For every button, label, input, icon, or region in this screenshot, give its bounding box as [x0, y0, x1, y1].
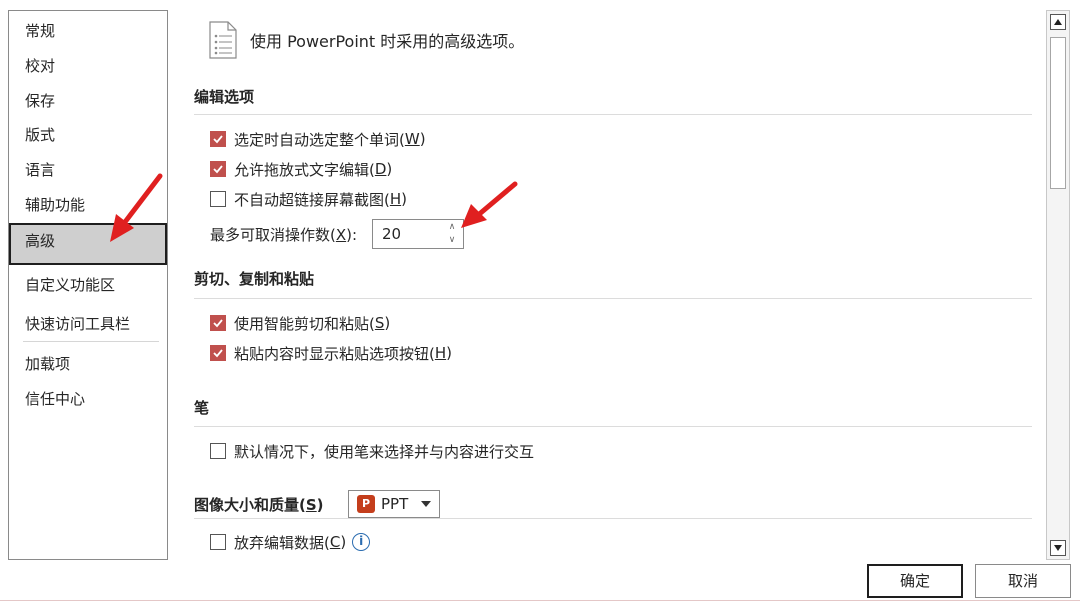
option-no-auto-hyperlink[interactable]: 不自动超链接屏幕截图(H)	[210, 188, 407, 210]
nav-item-accessibility[interactable]: 辅助功能	[9, 187, 167, 223]
option-discard-edit-data[interactable]: 放弃编辑数据(C) i	[210, 531, 371, 553]
checkbox-checked[interactable]	[210, 131, 226, 147]
option-smart-cut-paste[interactable]: 使用智能剪切和粘贴(S)	[210, 312, 390, 334]
section-title-clipboard: 剪切、复制和粘贴	[194, 270, 315, 288]
nav-separator	[23, 341, 159, 342]
section-divider	[194, 114, 1032, 115]
window-bottom-edge	[0, 600, 1080, 609]
section-divider	[194, 298, 1032, 299]
undo-label-post: ):	[346, 226, 358, 244]
access-key: W	[404, 130, 420, 148]
access-key: H	[434, 344, 447, 362]
option-label: 默认情况下，使用笔来选择并与内容进行交互	[234, 442, 535, 461]
section-title-editing: 编辑选项	[194, 88, 255, 106]
section-title-pen: 笔	[194, 399, 210, 417]
undo-count-label: 最多可取消操作数(X):	[210, 224, 357, 246]
access-key: S	[374, 314, 385, 332]
info-icon[interactable]: i	[352, 533, 371, 551]
undo-count-spinner[interactable]: 20 ∧ ∨	[372, 219, 464, 249]
option-show-paste-options[interactable]: 粘贴内容时显示粘贴选项按钮(H)	[210, 342, 452, 364]
spin-down-icon[interactable]: ∨	[445, 234, 459, 247]
advanced-options-panel: 使用 PowerPoint 时采用的高级选项。 编辑选项 选定时自动选定整个单词…	[180, 0, 1040, 560]
ok-button[interactable]: 确定	[867, 564, 963, 598]
access-key: X	[335, 226, 347, 244]
nav-item-advanced[interactable]: 高级	[9, 223, 167, 265]
checkbox-unchecked[interactable]	[210, 443, 226, 459]
nav-item-customize-ribbon[interactable]: 自定义功能区	[9, 267, 167, 303]
scroll-up-button[interactable]	[1050, 14, 1066, 30]
checkbox-checked[interactable]	[210, 315, 226, 331]
vertical-scrollbar[interactable]	[1046, 10, 1070, 560]
image-title-pre: 图像大小和质量(	[194, 496, 306, 514]
section-title-image-quality: 图像大小和质量(S)	[194, 494, 324, 515]
option-label-suffix: )	[384, 314, 391, 332]
document-list-icon	[209, 21, 237, 59]
access-key: S	[305, 496, 317, 514]
nav-item-language[interactable]: 语言	[9, 152, 167, 188]
option-label: 使用智能剪切和粘贴(	[234, 314, 375, 333]
dropdown-selected-value: PPT	[381, 495, 409, 513]
options-nav: 常规 校对 保存 版式 语言 辅助功能 高级 自定义功能区 快速访问工具栏 加载…	[8, 10, 168, 560]
nav-item-save[interactable]: 保存	[9, 83, 167, 119]
undo-label-pre: 最多可取消操作数(	[210, 226, 336, 244]
option-label: 允许拖放式文字编辑(	[234, 160, 375, 179]
option-label-suffix: )	[386, 160, 393, 178]
option-label-suffix: )	[419, 130, 426, 148]
option-drag-drop-text[interactable]: 允许拖放式文字编辑(D)	[210, 158, 392, 180]
scrollbar-thumb[interactable]	[1050, 37, 1066, 189]
option-label: 选定时自动选定整个单词(	[234, 130, 405, 149]
nav-item-proofing[interactable]: 校对	[9, 48, 167, 84]
nav-item-addins[interactable]: 加载项	[9, 346, 167, 382]
scroll-down-button[interactable]	[1050, 540, 1066, 556]
access-key: H	[389, 190, 402, 208]
option-pen-select-interact[interactable]: 默认情况下，使用笔来选择并与内容进行交互	[210, 440, 534, 462]
checkbox-checked[interactable]	[210, 345, 226, 361]
panel-header-text: 使用 PowerPoint 时采用的高级选项。	[250, 32, 525, 51]
cancel-button[interactable]: 取消	[975, 564, 1071, 598]
option-label: 粘贴内容时显示粘贴选项按钮(	[234, 344, 435, 363]
powerpoint-file-icon: P	[357, 495, 375, 513]
checkbox-unchecked[interactable]	[210, 191, 226, 207]
checkbox-checked[interactable]	[210, 161, 226, 177]
nav-item-trust-center[interactable]: 信任中心	[9, 381, 167, 417]
section-divider	[194, 518, 1032, 519]
option-label-suffix: )	[401, 190, 407, 208]
triangle-down-icon	[1054, 545, 1062, 551]
dropdown-arrow-icon	[421, 501, 431, 507]
option-auto-select-word[interactable]: 选定时自动选定整个单词(W)	[210, 128, 426, 150]
checkbox-unchecked[interactable]	[210, 534, 226, 550]
option-label: 放弃编辑数据(	[234, 533, 330, 552]
nav-item-general[interactable]: 常规	[9, 13, 167, 49]
image-title-post: )	[316, 496, 324, 514]
section-divider	[194, 426, 1032, 427]
option-label-suffix: )	[340, 533, 347, 551]
spin-up-icon[interactable]: ∧	[445, 221, 459, 234]
option-label: 不自动超链接屏幕截图(	[234, 190, 390, 209]
panel-header: 使用 PowerPoint 时采用的高级选项。	[208, 20, 524, 60]
access-key: D	[374, 160, 387, 178]
option-label-suffix: )	[446, 344, 452, 362]
undo-count-value[interactable]: 20	[382, 220, 401, 248]
nav-item-typography[interactable]: 版式	[9, 117, 167, 153]
nav-item-quick-access-toolbar[interactable]: 快速访问工具栏	[9, 306, 167, 342]
access-key: C	[329, 533, 341, 551]
triangle-up-icon	[1054, 19, 1062, 25]
image-quality-file-dropdown[interactable]: P PPT	[348, 490, 440, 518]
